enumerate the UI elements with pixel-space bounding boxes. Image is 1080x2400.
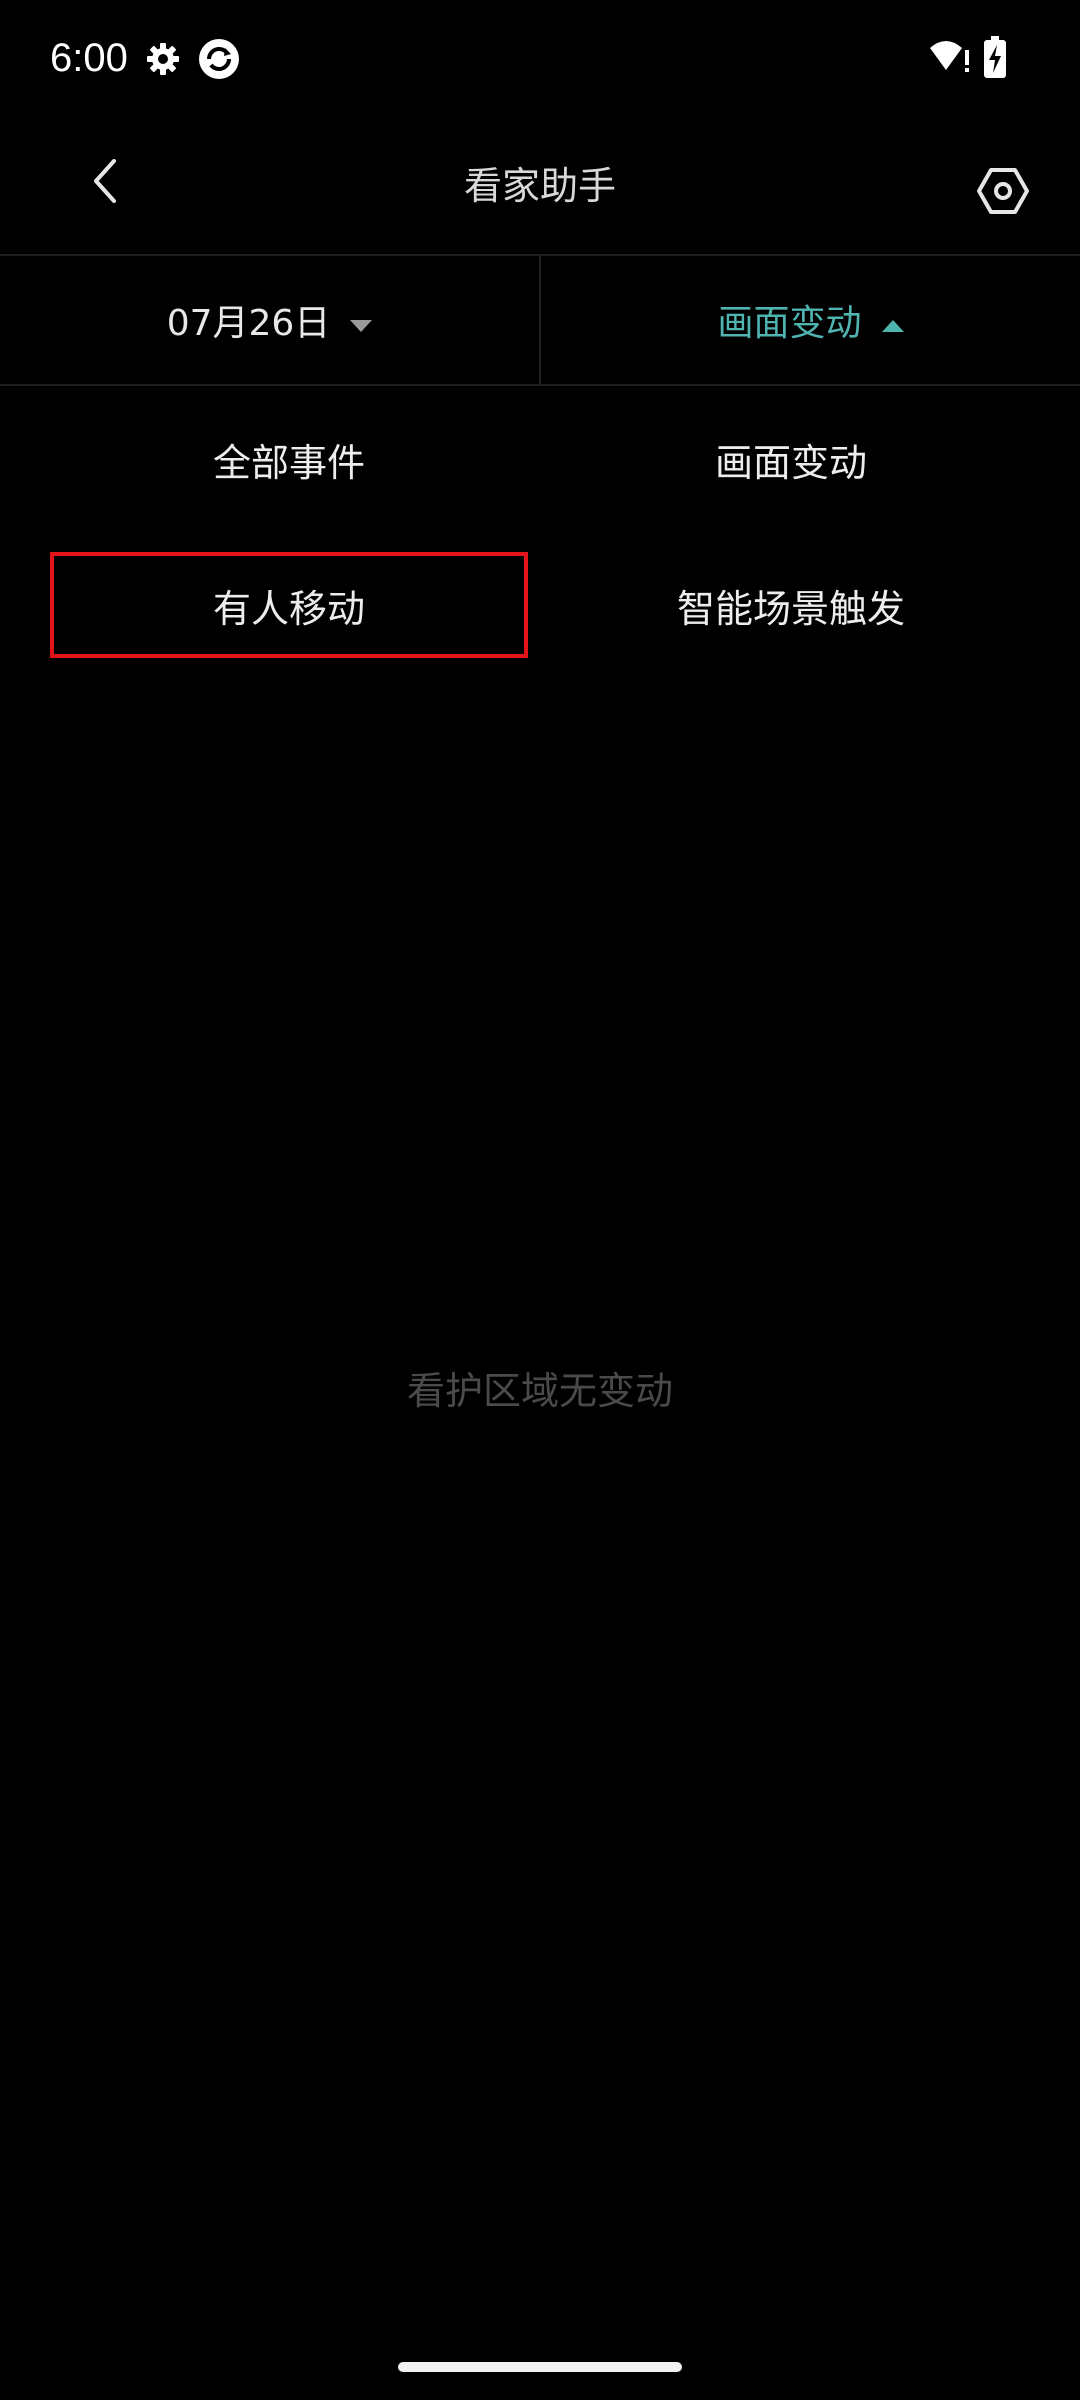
option-person-moving[interactable]: 有人移动 (50, 552, 528, 658)
settings-button[interactable] (968, 158, 1038, 228)
option-label: 全部事件 (212, 440, 365, 485)
event-type-filter-dropdown[interactable]: 画面变动 (541, 256, 1080, 384)
empty-state-message: 看护区域无变动 (406, 1369, 673, 1413)
filter-bar: 07月26日 画面变动 (0, 256, 1080, 386)
option-label: 智能场景触发 (676, 586, 905, 631)
page-title: 看家助手 (463, 164, 616, 208)
option-label: 画面变动 (714, 440, 867, 485)
caret-up-icon (881, 300, 904, 341)
battery-charging-icon (984, 36, 1006, 78)
back-button[interactable] (70, 148, 140, 218)
option-smart-scene-trigger[interactable]: 智能场景触发 (552, 552, 1030, 658)
wifi-alert-icon (928, 40, 972, 76)
option-scene-change[interactable]: 画面变动 (552, 406, 1030, 512)
hexagon-settings-icon (977, 167, 1029, 219)
event-type-filter-label: 画面变动 (717, 303, 862, 344)
option-all-events[interactable]: 全部事件 (50, 406, 528, 512)
sync-app-icon (198, 38, 240, 80)
date-filter-dropdown[interactable]: 07月26日 (0, 256, 539, 384)
caret-down-icon (350, 300, 373, 341)
status-time: 6:00 (50, 36, 128, 80)
app-header: 看家助手 (0, 118, 1080, 256)
date-filter-label: 07月26日 (166, 303, 331, 344)
option-label: 有人移动 (212, 586, 365, 631)
chevron-left-icon (90, 159, 120, 207)
gear-icon (146, 42, 180, 76)
status-bar: 6:00 (0, 0, 1080, 118)
home-indicator[interactable] (398, 2362, 682, 2372)
